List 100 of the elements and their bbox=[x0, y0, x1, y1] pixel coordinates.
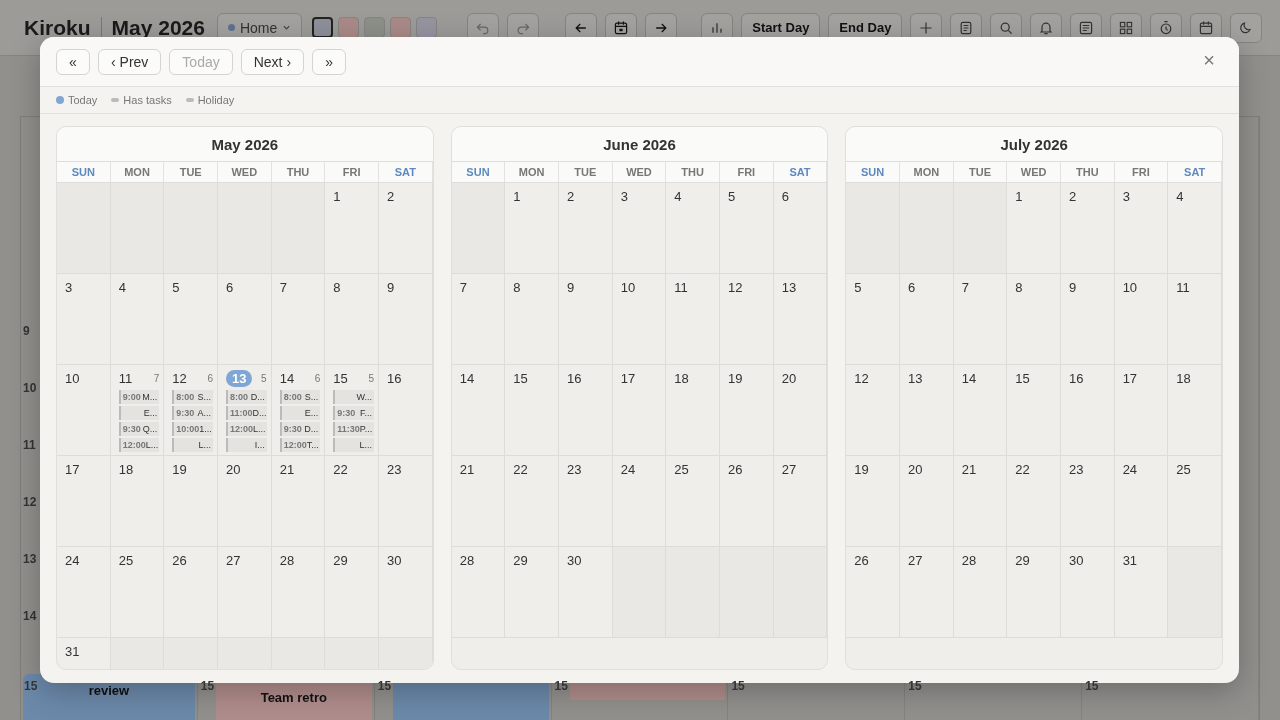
day-cell[interactable]: 23 bbox=[559, 456, 613, 546]
day-cell[interactable]: 7 bbox=[953, 274, 1008, 364]
day-cell[interactable]: 27 bbox=[900, 547, 954, 637]
color-swatch[interactable] bbox=[416, 17, 438, 38]
day-cell[interactable]: 2 bbox=[1061, 183, 1115, 273]
day-cell[interactable]: 4 bbox=[666, 183, 720, 273]
color-swatch[interactable] bbox=[364, 17, 386, 38]
day-cell[interactable]: 5 bbox=[846, 274, 900, 364]
day-cell[interactable]: 5 bbox=[720, 183, 774, 273]
color-swatch[interactable] bbox=[390, 17, 412, 38]
day-cell[interactable]: 16 bbox=[379, 365, 433, 455]
day-cell[interactable]: 8 bbox=[325, 274, 379, 364]
day-cell[interactable]: 25 bbox=[1168, 456, 1222, 546]
day-cell[interactable]: 31 bbox=[57, 638, 111, 669]
day-cell[interactable]: 19 bbox=[846, 456, 900, 546]
day-cell[interactable]: 30 bbox=[1061, 547, 1115, 637]
color-swatch[interactable] bbox=[338, 17, 360, 38]
day-cell[interactable]: 29 bbox=[1007, 547, 1061, 637]
day-cell[interactable]: 6 bbox=[773, 183, 828, 273]
day-cell[interactable]: 19 bbox=[164, 456, 218, 546]
nav-button[interactable]: » bbox=[312, 48, 347, 75]
day-cell[interactable]: 24 bbox=[612, 456, 667, 546]
day-cell[interactable]: 22 bbox=[505, 456, 559, 546]
day-cell[interactable]: 25 bbox=[110, 547, 165, 637]
day-cell[interactable]: 28 bbox=[271, 547, 326, 637]
day-cell[interactable]: 13 bbox=[900, 365, 954, 455]
day-cell[interactable]: 21 bbox=[271, 456, 326, 546]
nav-button[interactable]: ‹ Prev bbox=[98, 48, 162, 75]
day-cell[interactable]: 13 bbox=[773, 274, 828, 364]
day-cell[interactable]: 22 bbox=[1007, 456, 1061, 546]
close-button[interactable]: × bbox=[1199, 49, 1219, 72]
day-cell[interactable]: 26 bbox=[720, 456, 774, 546]
day-cell[interactable]: 12 6 8:00 S... 9:30 A... 10:001... L... bbox=[164, 365, 218, 455]
day-cell[interactable]: 26 bbox=[164, 547, 218, 637]
day-cell[interactable]: 1 bbox=[505, 183, 559, 273]
day-cell[interactable]: 20 bbox=[900, 456, 954, 546]
nav-button[interactable]: Next › bbox=[240, 48, 305, 75]
day-cell[interactable]: 24 bbox=[57, 547, 111, 637]
day-cell[interactable]: 18 bbox=[666, 365, 720, 455]
day-cell[interactable]: 20 bbox=[773, 365, 828, 455]
day-cell[interactable]: 11 bbox=[1168, 274, 1222, 364]
day-cell[interactable]: 28 bbox=[953, 547, 1008, 637]
day-cell[interactable]: 27 bbox=[773, 456, 828, 546]
day-cell[interactable]: 9 bbox=[1061, 274, 1115, 364]
day-cell[interactable]: 16 bbox=[1061, 365, 1115, 455]
day-cell[interactable]: 10 bbox=[1114, 274, 1169, 364]
day-cell[interactable]: 6 bbox=[900, 274, 954, 364]
day-cell[interactable]: 12 bbox=[720, 274, 774, 364]
day-cell[interactable]: 2 bbox=[379, 183, 433, 273]
day-cell[interactable]: 20 bbox=[218, 456, 272, 546]
day-cell[interactable]: 21 bbox=[953, 456, 1008, 546]
day-cell[interactable]: 10 bbox=[57, 365, 111, 455]
day-cell[interactable]: 14 bbox=[451, 365, 506, 455]
day-cell[interactable]: 27 bbox=[218, 547, 272, 637]
day-cell[interactable]: 16 bbox=[559, 365, 613, 455]
day-cell[interactable]: 9 bbox=[559, 274, 613, 364]
day-cell[interactable]: 22 bbox=[325, 456, 379, 546]
day-cell[interactable]: 3 bbox=[1114, 183, 1169, 273]
color-swatch[interactable] bbox=[312, 17, 334, 38]
day-cell[interactable]: 4 bbox=[110, 274, 165, 364]
day-cell[interactable]: 11 7 9:00 M... E... 9:30 Q... 12:00L... bbox=[110, 365, 165, 455]
day-cell[interactable]: 1 bbox=[325, 183, 379, 273]
day-cell[interactable]: 30 bbox=[379, 547, 433, 637]
day-cell[interactable]: 1 bbox=[1007, 183, 1061, 273]
day-cell[interactable]: 14 bbox=[953, 365, 1008, 455]
day-cell[interactable]: 21 bbox=[451, 456, 506, 546]
day-cell[interactable]: 17 bbox=[612, 365, 667, 455]
day-cell[interactable]: 26 bbox=[846, 547, 900, 637]
day-cell[interactable]: 15 5 W... 9:30 F... 11:30P... L... bbox=[325, 365, 379, 455]
day-cell[interactable]: 12 bbox=[846, 365, 900, 455]
nav-button[interactable]: « bbox=[56, 48, 90, 75]
day-cell[interactable]: 5 bbox=[164, 274, 218, 364]
day-cell[interactable]: 3 bbox=[612, 183, 667, 273]
moon-icon[interactable] bbox=[1230, 12, 1263, 43]
day-cell[interactable]: 23 bbox=[1061, 456, 1115, 546]
day-cell[interactable]: 8 bbox=[1007, 274, 1061, 364]
day-cell[interactable]: 30 bbox=[559, 547, 613, 637]
day-cell[interactable]: 7 bbox=[451, 274, 506, 364]
day-cell[interactable]: 25 bbox=[666, 456, 720, 546]
day-cell[interactable]: 3 bbox=[57, 274, 111, 364]
day-cell[interactable]: 11 bbox=[666, 274, 720, 364]
day-cell[interactable]: 23 bbox=[379, 456, 433, 546]
day-cell[interactable]: 4 bbox=[1168, 183, 1222, 273]
day-cell[interactable]: 13 5 8:00 D... 11:00D... 12:00L... I... bbox=[218, 365, 272, 455]
day-cell[interactable]: 28 bbox=[451, 547, 506, 637]
day-cell[interactable]: 10 bbox=[612, 274, 667, 364]
day-cell[interactable]: 19 bbox=[720, 365, 774, 455]
day-cell[interactable]: 2 bbox=[559, 183, 613, 273]
day-cell[interactable]: 18 bbox=[110, 456, 165, 546]
day-cell[interactable]: 14 6 8:00 S... E... 9:30 D... 12:00T... bbox=[271, 365, 326, 455]
day-cell[interactable]: 15 bbox=[505, 365, 559, 455]
day-cell[interactable]: 29 bbox=[325, 547, 379, 637]
day-cell[interactable]: 17 bbox=[57, 456, 111, 546]
day-cell[interactable]: 18 bbox=[1168, 365, 1222, 455]
day-cell[interactable]: 24 bbox=[1114, 456, 1169, 546]
day-cell[interactable]: 7 bbox=[271, 274, 326, 364]
day-cell[interactable]: 29 bbox=[505, 547, 559, 637]
day-cell[interactable]: 6 bbox=[218, 274, 272, 364]
day-cell[interactable]: 15 bbox=[1007, 365, 1061, 455]
day-cell[interactable]: 17 bbox=[1114, 365, 1169, 455]
